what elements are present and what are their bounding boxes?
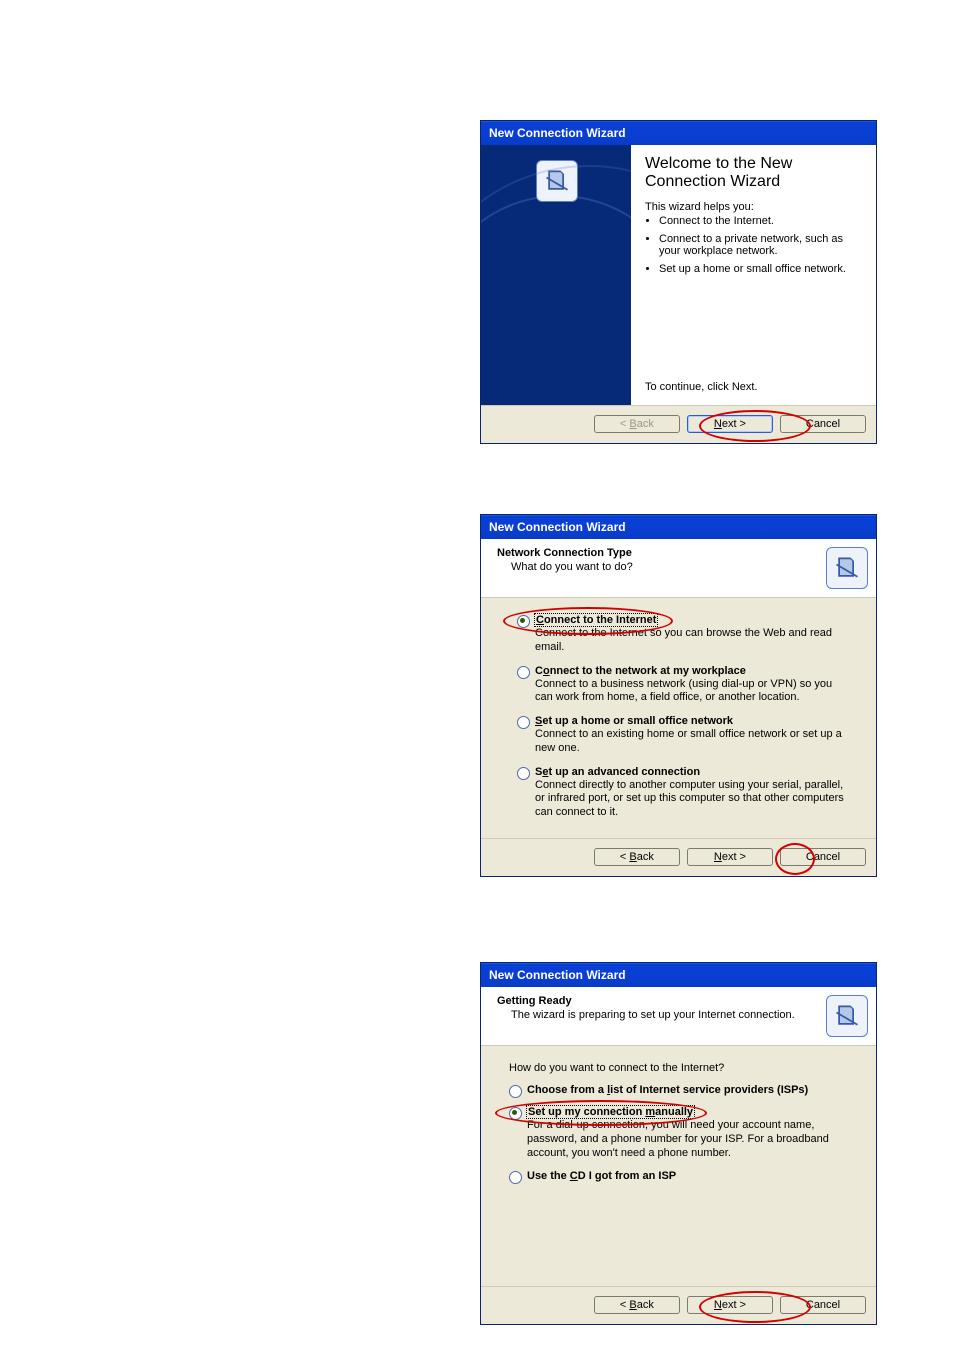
cancel-button[interactable]: Cancel [780,1296,866,1314]
header-title: Getting Ready [497,995,826,1007]
title-text: New Connection Wizard [489,520,626,534]
connection-scroll-icon [543,167,571,195]
helps-item: Connect to the Internet. [659,215,862,227]
next-button[interactable]: Next > [687,848,773,866]
button-row: < Back Next > Cancel [481,405,876,443]
back-button: < Back [594,415,680,433]
wizard-conntype-dialog: New Connection Wizard Network Connection… [480,514,877,877]
continue-label: To continue, click Next. [645,381,862,393]
radio-icon [517,666,530,679]
button-row: < Back Next > Cancel [481,1286,876,1324]
radio-icon [509,1085,522,1098]
header-title: Network Connection Type [497,547,826,559]
option-connect-internet[interactable]: Connect to the Internet Connect to the I… [517,614,850,655]
option-advanced[interactable]: Set up an advanced connection Connect di… [517,766,850,820]
connection-scroll-icon [833,1002,861,1030]
question-text: How do you want to connect to the Intern… [509,1062,850,1074]
wizard-welcome-dialog: New Connection Wizard Welcome to the New… [480,120,877,444]
radio-icon [517,615,530,628]
wizard-side-graphic [481,145,631,405]
option-desc: Connect directly to another computer usi… [535,779,850,820]
option-isp-list[interactable]: Choose from a list of Internet service p… [509,1084,850,1096]
header-subtitle: The wizard is preparing to set up your I… [497,1009,826,1021]
radio-icon [509,1107,522,1120]
option-desc: Connect to an existing home or small off… [535,728,850,756]
cancel-button[interactable]: Cancel [780,415,866,433]
button-row: < Back Next > Cancel [481,838,876,876]
wizard-icon [826,547,868,589]
options-pane: Connect to the Internet Connect to the I… [481,598,876,838]
next-button[interactable]: Next > [687,415,773,433]
wizard-icon [536,160,578,202]
option-desc: Connect to the Internet so you can brows… [535,627,850,655]
option-home-network[interactable]: Set up a home or small office network Co… [517,715,850,756]
helps-list: Connect to the Internet. Connect to a pr… [645,215,862,281]
back-button[interactable]: < Back [594,1296,680,1314]
titlebar[interactable]: New Connection Wizard [481,963,876,987]
radio-icon [517,716,530,729]
wizard-getting-ready-dialog: New Connection Wizard Getting Ready The … [480,962,877,1325]
welcome-heading: Welcome to the New Connection Wizard [645,155,862,191]
connection-scroll-icon [833,554,861,582]
radio-icon [509,1171,522,1184]
option-desc: For a dial-up connection, you will need … [527,1119,850,1160]
back-button[interactable]: < Back [594,848,680,866]
wizard-header: Network Connection Type What do you want… [481,539,876,598]
helps-label: This wizard helps you: [645,201,862,213]
title-text: New Connection Wizard [489,126,626,140]
wizard-icon [826,995,868,1037]
helps-item: Connect to a private network, such as yo… [659,233,862,257]
helps-item: Set up a home or small office network. [659,263,862,275]
header-subtitle: What do you want to do? [497,561,826,573]
option-desc: Connect to a business network (using dia… [535,678,850,706]
titlebar[interactable]: New Connection Wizard [481,121,876,145]
next-button[interactable]: Next > [687,1296,773,1314]
cancel-button[interactable]: Cancel [780,848,866,866]
option-use-cd[interactable]: Use the CD I got from an ISP [509,1170,850,1182]
option-connect-workplace[interactable]: Connect to the network at my workplace C… [517,665,850,706]
option-manual[interactable]: Set up my connection manually For a dial… [509,1106,850,1160]
titlebar[interactable]: New Connection Wizard [481,515,876,539]
radio-icon [517,767,530,780]
title-text: New Connection Wizard [489,968,626,982]
wizard-header: Getting Ready The wizard is preparing to… [481,987,876,1046]
options-pane: How do you want to connect to the Intern… [481,1046,876,1286]
